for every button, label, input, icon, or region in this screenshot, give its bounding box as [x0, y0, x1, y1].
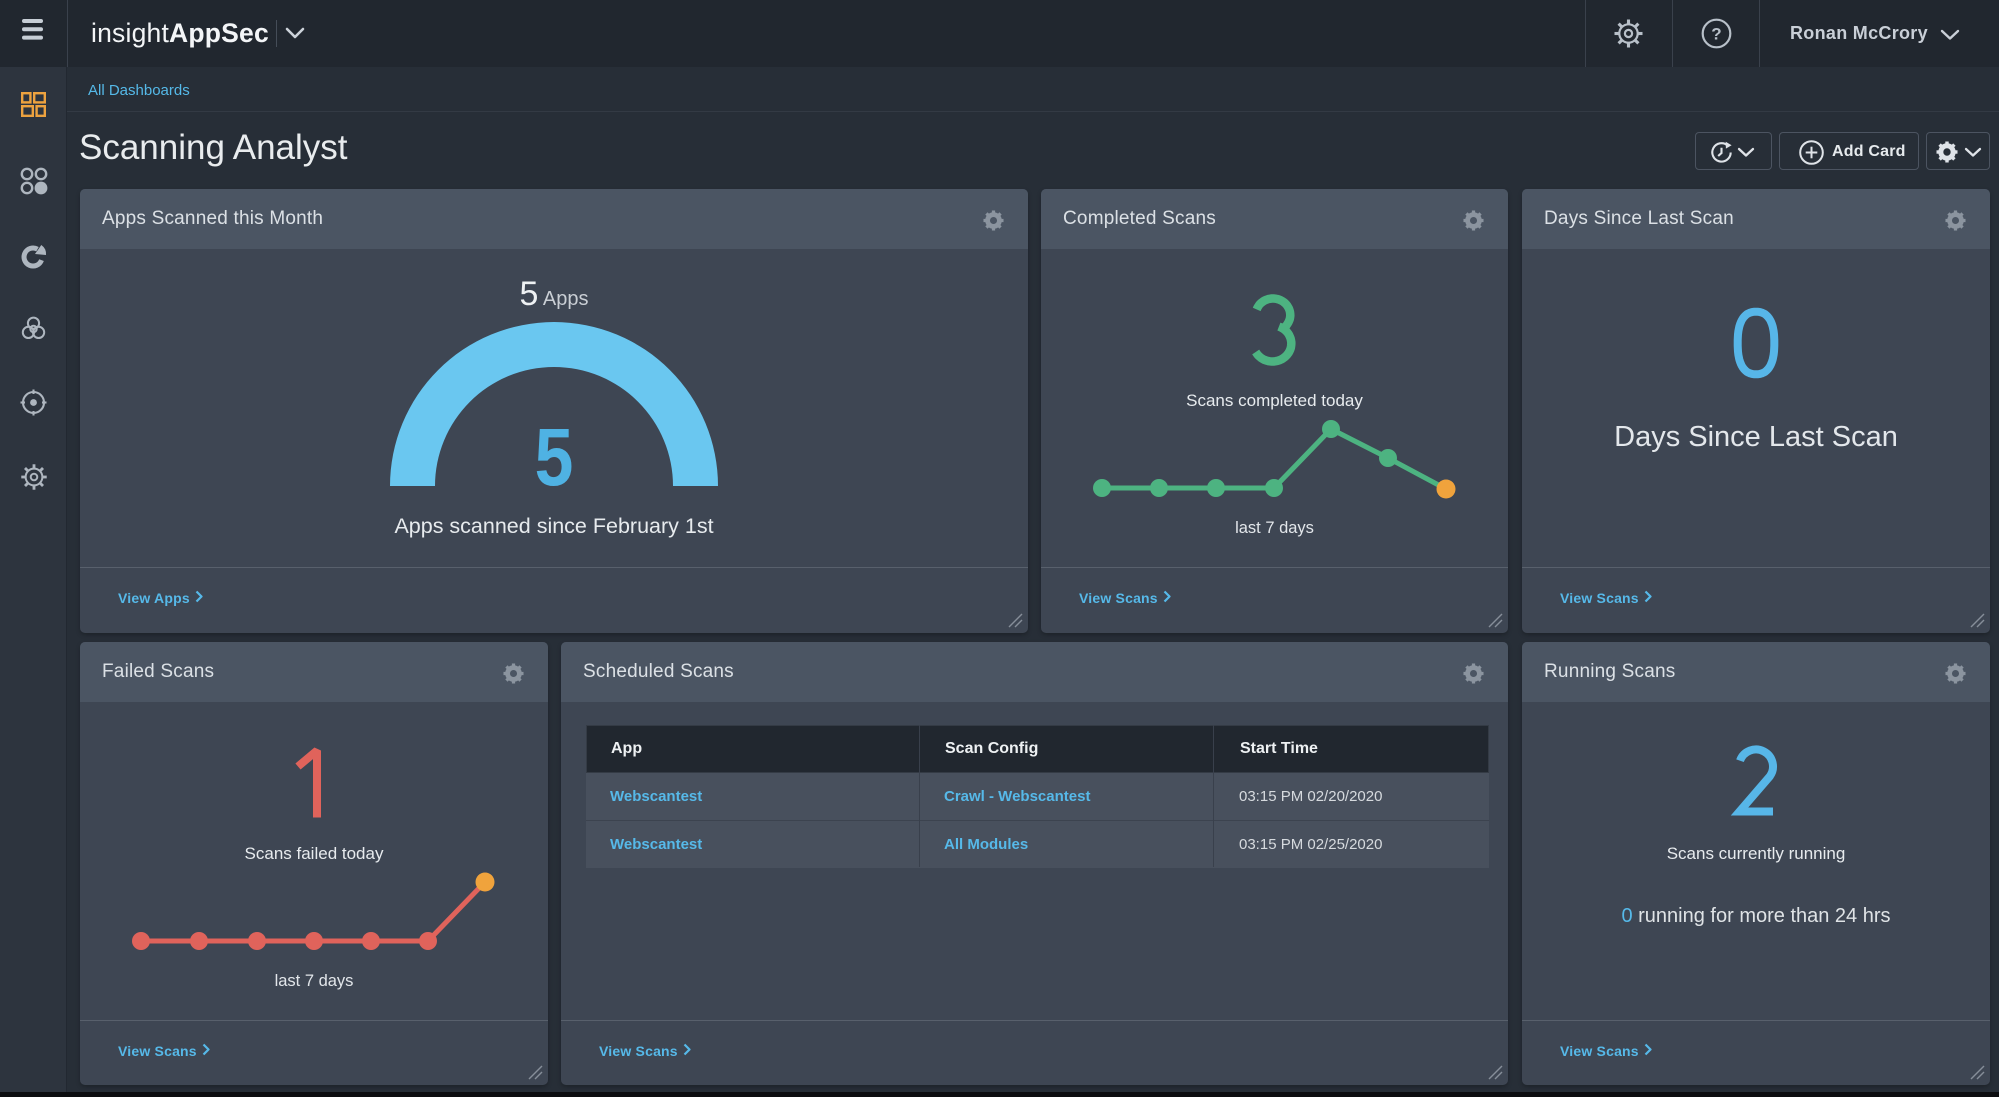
svg-text:?: ? [1711, 25, 1721, 44]
